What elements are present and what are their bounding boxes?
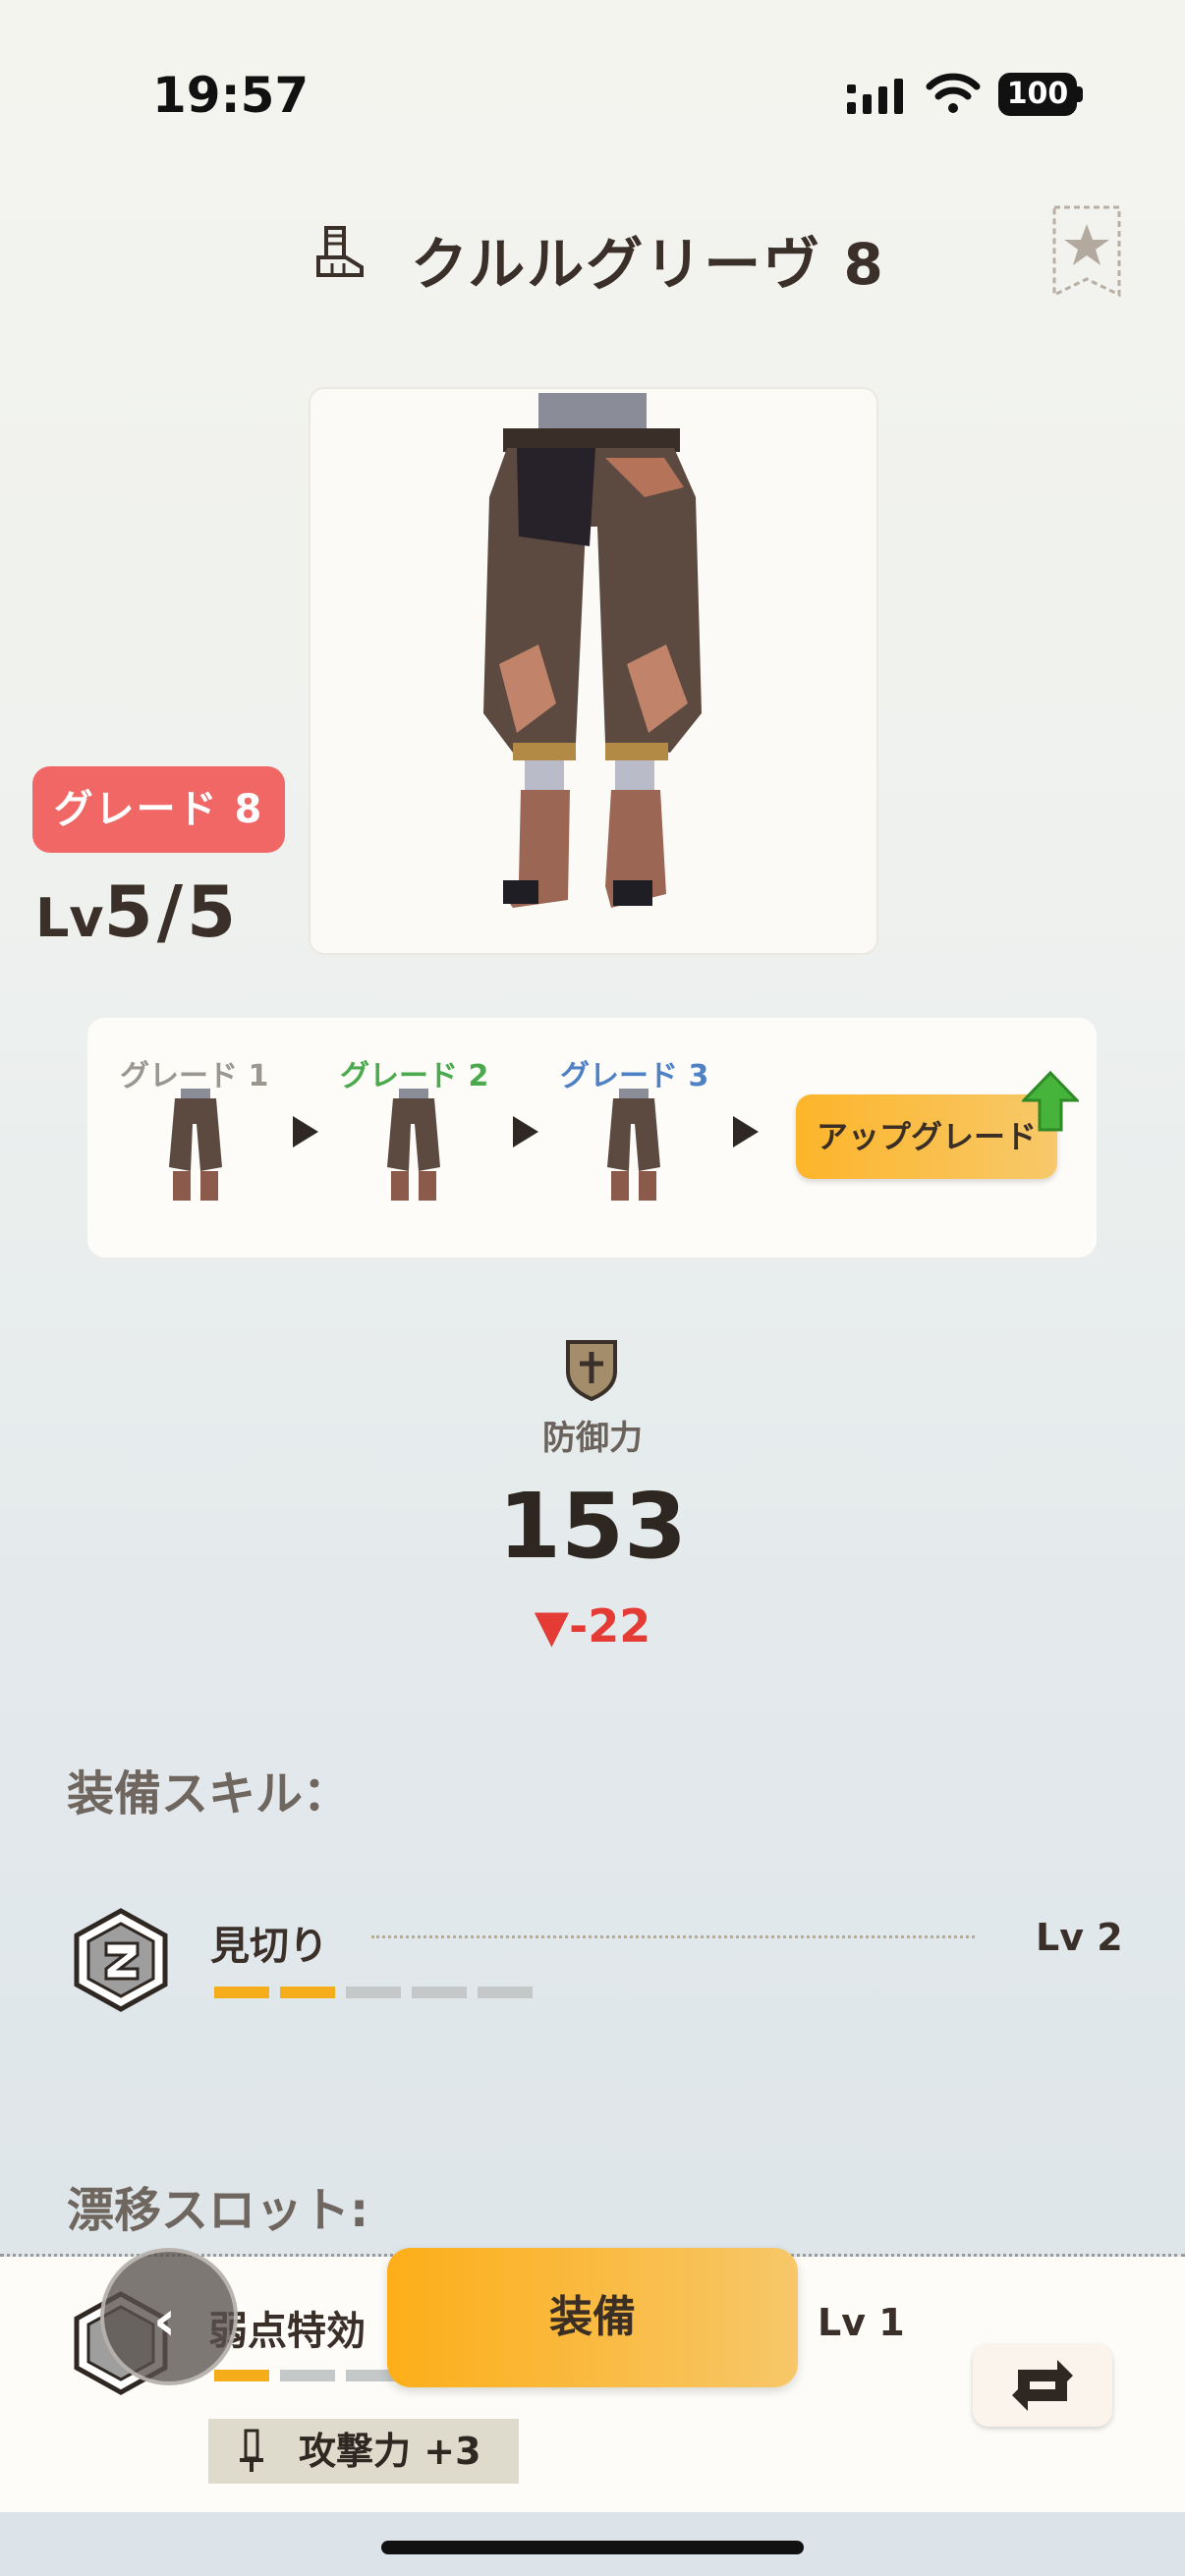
grade-badge: グレード 8 — [32, 766, 285, 853]
skill-level-pip — [412, 1987, 467, 1998]
defense-value: 153 — [497, 1474, 688, 1579]
chevron-left-icon: ‹ — [153, 2289, 177, 2353]
battery-cap — [1077, 86, 1083, 102]
upgrade-button[interactable]: アップグレード — [796, 1094, 1057, 1179]
skill-hexagon-icon — [74, 1908, 168, 2012]
grade-2-thumbnail[interactable] — [379, 1089, 448, 1206]
defense-diff-value: -22 — [569, 1599, 651, 1652]
drift-slot-title: 漂移スロット: — [67, 2183, 369, 2238]
level-prefix: Lv — [35, 887, 104, 949]
sword-icon — [240, 2429, 263, 2472]
defense-label: 防御力 — [542, 1419, 643, 1458]
slot-level-pip — [214, 2370, 269, 2381]
defense-shield-icon — [566, 1340, 617, 1401]
skill-level-pip — [214, 1987, 269, 1998]
equipment-skills-title: 装備スキル： — [67, 1766, 351, 1821]
battery-icon: 100 — [998, 73, 1077, 116]
decrease-triangle-icon: ▼ — [534, 1599, 570, 1652]
armor-preview — [309, 387, 878, 955]
attack-bonus-text: 攻撃力 +3 — [299, 2430, 481, 2473]
cellular-signal-icon — [847, 79, 903, 114]
home-indicator — [381, 2541, 804, 2554]
bookmark-star-icon[interactable] — [1051, 204, 1122, 299]
arrow-right-icon — [513, 1116, 538, 1148]
swap-arrows-icon — [1012, 2360, 1073, 2411]
skill-name: 見切り — [210, 1924, 328, 1969]
level-value: 5/5 — [103, 870, 241, 953]
swap-button[interactable] — [973, 2344, 1112, 2427]
leg-armor-icon — [316, 226, 364, 277]
skill-level-pip — [280, 1987, 335, 1998]
slot-skill-level: Lv 1 — [818, 2301, 905, 2344]
slot-level-pip — [280, 2370, 335, 2381]
upgrade-arrow-icon — [1022, 1071, 1079, 1132]
equip-button[interactable]: 装備 — [387, 2248, 798, 2387]
level-display: Lv5/5 — [35, 870, 240, 953]
attack-bonus-tag: 攻撃力 +3 — [208, 2419, 519, 2484]
arrow-right-icon — [293, 1116, 318, 1148]
page-title: クルルグリーヴ 8 — [411, 231, 885, 298]
skill-divider — [371, 1935, 975, 1938]
status-time: 19:57 — [152, 67, 310, 124]
grade-3-thumbnail[interactable] — [599, 1089, 668, 1206]
arrow-right-icon — [733, 1116, 759, 1148]
wifi-icon — [926, 73, 981, 113]
armor-image — [483, 393, 702, 908]
skill-level-pip — [478, 1987, 533, 1998]
skill-level-pip — [346, 1987, 401, 1998]
skill-level: Lv 2 — [1036, 1916, 1123, 1959]
grade-1-thumbnail[interactable] — [161, 1089, 230, 1206]
defense-diff: ▼-22 — [0, 1599, 1185, 1652]
